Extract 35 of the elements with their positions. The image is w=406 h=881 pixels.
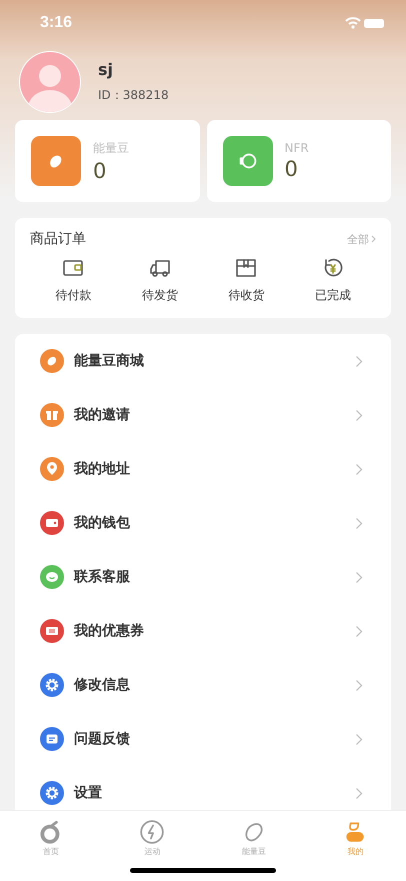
- order-status-button[interactable]: 已完成: [290, 256, 376, 304]
- menu-item[interactable]: 我的钱包: [40, 496, 391, 550]
- chevron-right-icon: [355, 678, 363, 692]
- chevron-right-icon: [371, 235, 376, 243]
- order-status-button[interactable]: 待付款: [30, 256, 116, 304]
- bolt-icon: [139, 819, 166, 845]
- balance-label: NFR: [284, 141, 309, 155]
- user-id: ID：388218: [98, 87, 169, 104]
- balance-card[interactable]: NFR 0: [206, 120, 391, 202]
- menu-item[interactable]: 修改信息: [40, 658, 391, 712]
- balance-value: 0: [93, 158, 108, 182]
- order-status-button[interactable]: 待发货: [116, 256, 203, 304]
- chevron-right-icon: [355, 570, 363, 584]
- chevron-right-icon: [355, 354, 363, 368]
- chevron-right-icon: [355, 462, 363, 476]
- balance-label: 能量豆: [93, 140, 129, 156]
- menu-item[interactable]: 设置: [40, 766, 391, 810]
- status-time: 3:16: [40, 14, 72, 32]
- menu-item[interactable]: 我的优惠券: [40, 604, 391, 658]
- chevron-right-icon: [355, 516, 363, 530]
- menu-item[interactable]: 问题反馈: [40, 712, 391, 766]
- box-icon: [234, 256, 258, 280]
- order-status-button[interactable]: 待收货: [203, 256, 290, 304]
- menu-item[interactable]: 我的邀请: [40, 388, 391, 442]
- menu-item[interactable]: 能量豆商城: [40, 334, 391, 388]
- chevron-right-icon: [355, 732, 363, 746]
- chevron-right-icon: [355, 408, 363, 422]
- chevron-right-icon: [355, 786, 363, 800]
- menu-item[interactable]: 联系客服: [40, 550, 391, 604]
- menu-item[interactable]: 我的地址: [40, 442, 391, 496]
- balance-card[interactable]: 能量豆 0: [15, 120, 200, 202]
- section-title: 商品订单: [30, 230, 86, 248]
- balance-value: 0: [284, 157, 299, 181]
- user-name: sj: [98, 60, 114, 79]
- chevron-right-icon: [355, 624, 363, 638]
